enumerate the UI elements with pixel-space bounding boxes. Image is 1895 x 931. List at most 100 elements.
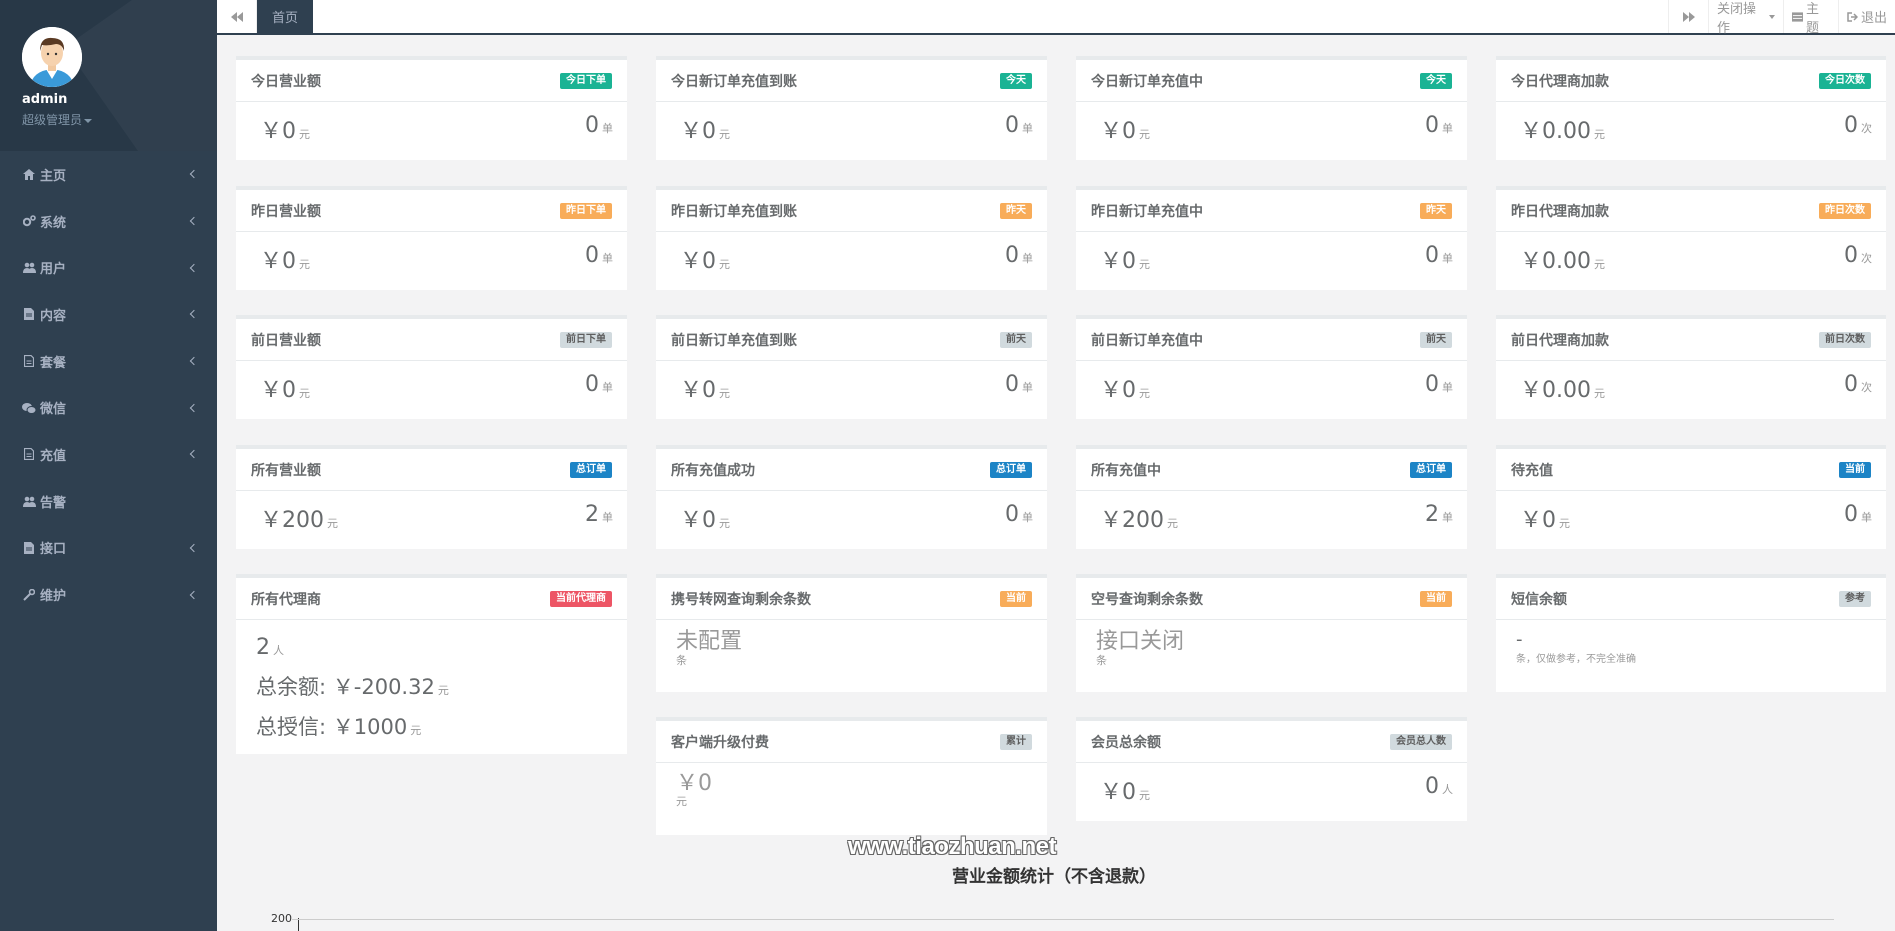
card-count: 2单 [585,502,613,527]
avatar[interactable] [22,27,82,87]
tab-home[interactable]: 首页 [257,0,314,33]
cogs-icon [22,214,36,228]
card-badge: 累计 [1000,733,1032,750]
card-count: 0单 [585,243,613,268]
upgrade-fee-value: ￥0 [676,771,712,796]
card-badge: 前日次数 [1819,331,1871,348]
card-title: 昨日新订单充值到账 [671,203,797,220]
profile-role-dropdown[interactable]: 超级管理员 [22,111,93,128]
chart-y-tick: 200 [271,912,292,925]
card-badge: 前天 [1000,331,1032,348]
chart-gridline [292,919,1834,920]
card-badge: 今天 [1000,72,1032,89]
card-today-recharge-arrived: 今日新订单充值到账 今天 ￥0 元 0 单 [656,56,1047,160]
card-empty-number-query: 空号查询剩余条数 当前 接口关闭 条 [1076,574,1467,692]
sidebar-item-label: 内容 [40,308,67,324]
card-yesterday-recharging: 昨日新订单充值中 昨天 ￥0 元 0 单 [1076,186,1467,290]
card-daybefore-agent-topup: 前日代理商加款 前日次数 ￥0.00 元 0 次 [1496,315,1886,419]
card-badge: 当前代理商 [550,590,612,607]
card-amount: ￥200 元 [1100,508,1178,533]
card-title: 前日新订单充值中 [1091,332,1203,349]
card-title: 会员总余额 [1091,734,1161,751]
card-title: 客户端升级付费 [671,734,769,751]
card-title: 今日营业额 [251,73,321,90]
logout-button[interactable]: 退出 [1838,0,1895,33]
sidebar-item-content[interactable]: 内容 [0,291,217,338]
caret-down-icon [1769,14,1775,19]
card-count: 0单 [1425,243,1453,268]
logout-label: 退出 [1861,11,1888,26]
home-icon [22,167,36,181]
card-title: 昨日营业额 [251,203,321,220]
file-icon [22,307,36,321]
sidebar-item-label: 充值 [40,448,67,464]
card-amount: ￥0 元 [1100,249,1150,274]
theme-label: 主题 [1806,1,1820,36]
tabs-scroll-left-button[interactable] [217,0,257,33]
sidebar-item-maintenance[interactable]: 维护 [0,571,217,618]
card-badge: 昨日下单 [560,202,612,219]
sidebar-item-wechat[interactable]: 微信 [0,384,217,431]
sidebar-item-label: 维护 [40,589,67,605]
card-count: 0单 [1844,502,1872,527]
tab-home-label: 首页 [272,11,299,26]
portability-status: 未配置 [676,629,743,654]
card-amount: ￥0 元 [680,378,730,403]
card-title: 今日新订单充值中 [1091,73,1203,90]
card-badge: 今日下单 [560,72,612,89]
card-amount: ￥0 元 [680,508,730,533]
card-count: 0次 [1844,372,1872,397]
card-daybefore-revenue: 前日营业额 前日下单 ￥0 元 0 单 [236,315,627,419]
sidebar-item-users[interactable]: 用户 [0,244,217,291]
card-amount: ￥0 元 [680,119,730,144]
sidebar-item-api[interactable]: 接口 [0,525,217,572]
card-amount: ￥0 元 [260,119,310,144]
close-operations-label: 关闭操作 [1717,1,1757,36]
card-today-revenue: 今日营业额 今日下单 ￥0 元 0 单 [236,56,627,160]
card-badge: 昨日次数 [1819,202,1871,219]
card-count: 0单 [585,113,613,138]
card-amount: ￥0 元 [1520,508,1570,533]
sidebar-item-label: 接口 [40,542,67,558]
card-badge: 参考 [1839,590,1871,607]
card-title: 前日代理商加款 [1511,332,1609,349]
card-count: 0单 [1005,113,1033,138]
card-today-recharging: 今日新订单充值中 今天 ￥0 元 0 单 [1076,56,1467,160]
card-amount: ￥0 元 [1100,119,1150,144]
card-badge: 总订单 [990,461,1032,478]
card-count: 2单 [1425,502,1453,527]
card-title: 短信余额 [1511,591,1567,608]
agent-count: 2人 [256,635,284,660]
card-badge: 昨天 [1000,202,1032,219]
sidebar-item-alerts[interactable]: 告警 [0,478,217,525]
empty-number-unit: 条 [1096,654,1107,667]
tabs-scroll-right-button[interactable] [1668,0,1708,33]
card-amount: ￥0 元 [1100,378,1150,403]
card-amount: ￥0 元 [260,378,310,403]
sidebar-item-label: 告警 [40,495,67,511]
card-daybefore-recharge-arrived: 前日新订单充值到账 前天 ￥0 元 0 单 [656,315,1047,419]
card-title: 前日新订单充值到账 [671,332,797,349]
card-badge: 前天 [1420,331,1452,348]
card-badge: 昨天 [1420,202,1452,219]
close-operations-dropdown[interactable]: 关闭操作 [1708,0,1783,36]
card-title: 待充值 [1511,462,1553,479]
card-title: 携号转网查询剩余条数 [671,591,811,608]
sidebar: admin 超级管理员 主页 系统 用户 内容 套餐 微信 充值 告警 接口 维… [0,0,217,931]
sidebar-item-system[interactable]: 系统 [0,198,217,245]
card-count: 0人 [1425,774,1453,799]
sidebar-item-recharge[interactable]: 充值 [0,431,217,478]
card-yesterday-revenue: 昨日营业额 昨日下单 ￥0 元 0 单 [236,186,627,290]
sidebar-item-home[interactable]: 主页 [0,151,217,198]
card-pending-recharge: 待充值 当前 ￥0 元 0 单 [1496,445,1886,549]
card-client-upgrade-fee: 客户端升级付费 累计 ￥0 元 [656,717,1047,835]
profile-username: admin [22,92,68,107]
sidebar-item-packages[interactable]: 套餐 [0,338,217,385]
sidebar-item-label: 微信 [40,402,67,418]
card-badge: 当前 [1000,590,1032,607]
file-text-icon [22,541,36,555]
sign-out-icon [1847,11,1858,22]
card-all-revenue: 所有营业额 总订单 ￥200 元 2 单 [236,445,627,549]
users-icon [22,494,36,508]
theme-button[interactable]: 主题 [1783,0,1838,36]
